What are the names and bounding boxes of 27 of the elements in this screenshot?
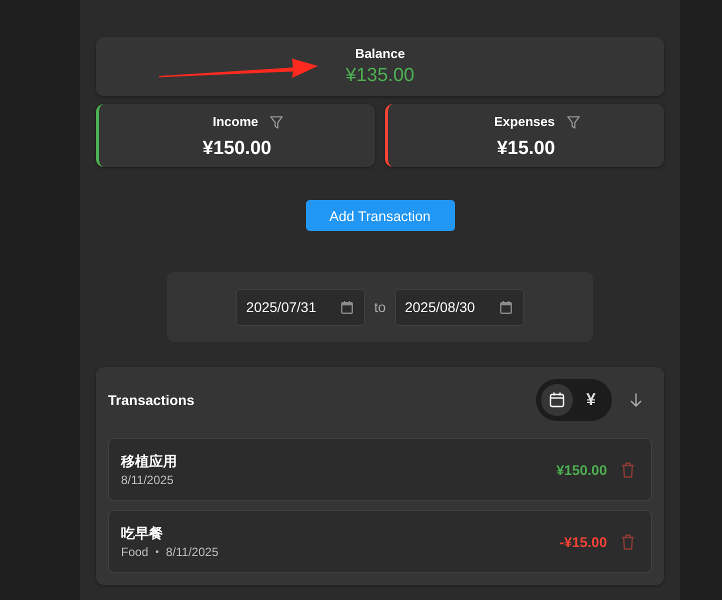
calendar-icon[interactable]: [500, 300, 512, 314]
transaction-date: 8/11/2025: [121, 472, 174, 488]
range-separator: to: [374, 299, 386, 315]
transactions-title: Transactions: [108, 392, 194, 408]
date-field[interactable]: 2025/08/30: [394, 288, 524, 326]
summary-amount: ¥150.00: [202, 137, 272, 161]
filter-icon[interactable]: [566, 116, 580, 128]
trash-icon: [621, 534, 635, 550]
sort-by-amount-button[interactable]: ¥: [575, 384, 607, 416]
filter-icon[interactable]: [270, 116, 284, 128]
balance-amount: ¥135.00: [346, 64, 414, 88]
meta-separator: •: [155, 546, 159, 560]
balance-label: Balance: [355, 46, 405, 62]
calendar-icon[interactable]: [341, 300, 354, 314]
transaction-date: 8/11/2025: [166, 544, 218, 560]
trash-icon: [621, 462, 635, 478]
transaction-amount: ¥150.00: [556, 462, 607, 478]
transaction-title: 移植应用: [121, 452, 177, 470]
summary-amount: ¥15.00: [496, 137, 556, 161]
calendar-icon: [549, 392, 565, 408]
transaction-category: Food: [121, 544, 148, 560]
date-field[interactable]: 2025/07/31: [236, 288, 366, 326]
sort-by-date-button[interactable]: [541, 384, 573, 416]
transaction-amount: -¥15.00: [560, 534, 607, 550]
summary-label: Income: [212, 113, 258, 131]
transaction-title: 吃早餐: [121, 524, 164, 542]
summary-label: Expenses: [494, 113, 555, 131]
